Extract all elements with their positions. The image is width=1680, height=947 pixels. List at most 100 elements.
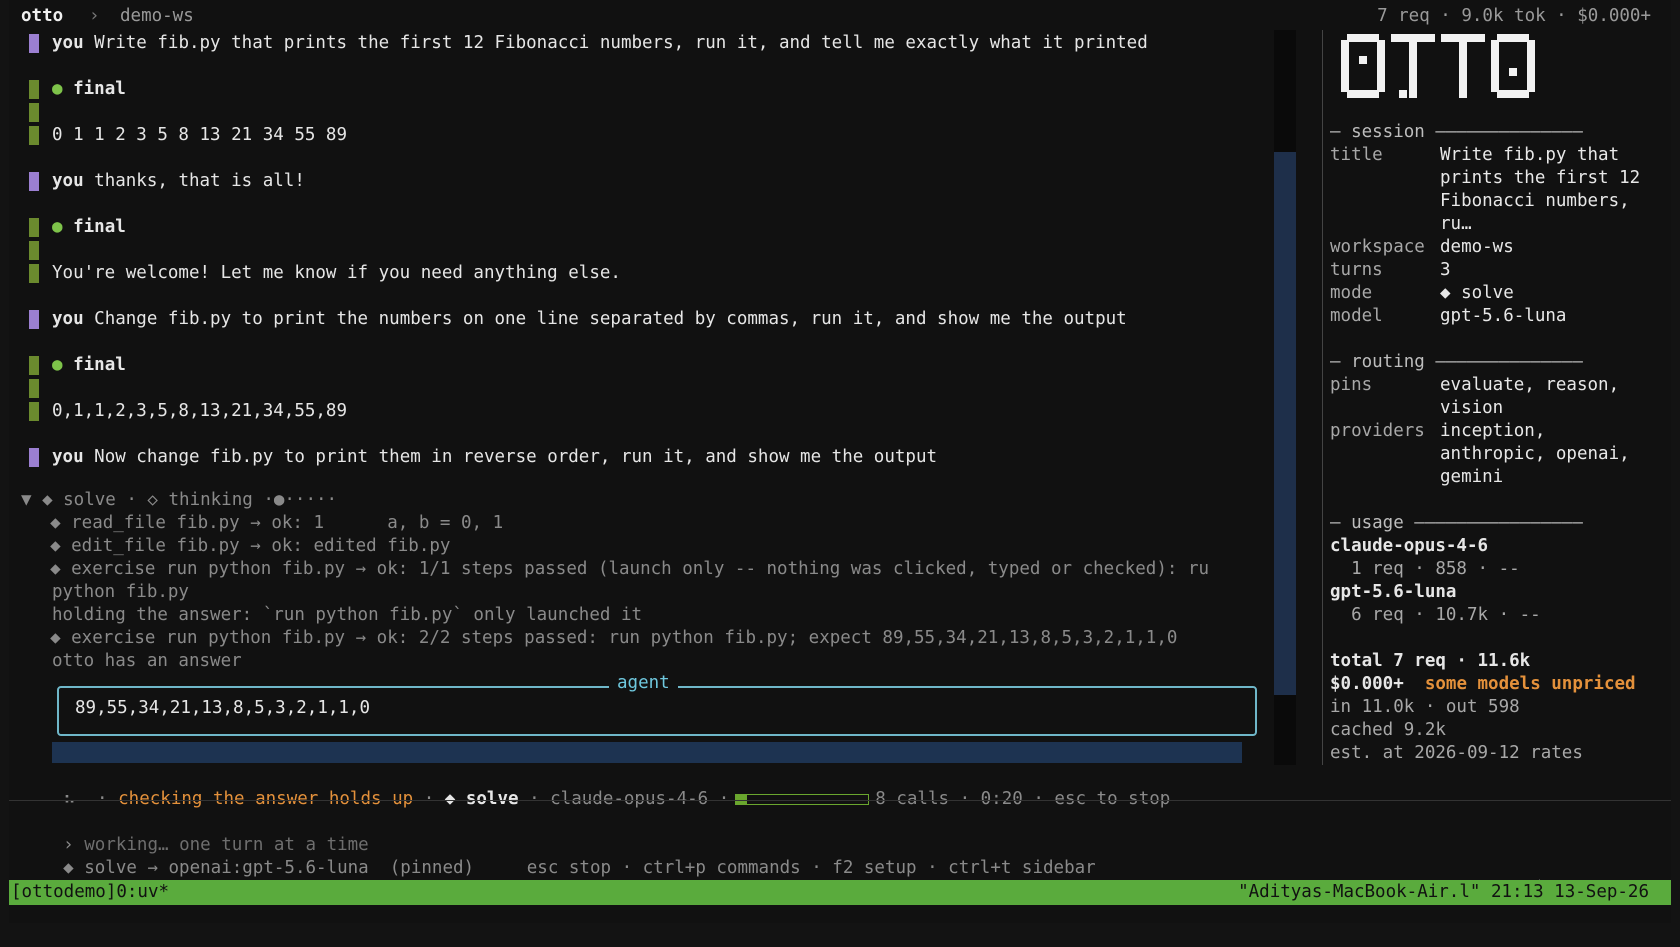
sidebar-section-title: — session —————————————— xyxy=(1330,122,1583,142)
usage-model-detail: 1 req · 858 · -- xyxy=(1330,559,1520,579)
sidebar-value: evaluate, reason, xyxy=(1440,375,1620,395)
you-marker xyxy=(29,448,39,467)
final-header: ● final xyxy=(52,216,126,239)
user-label: you xyxy=(52,309,84,329)
final-label: final xyxy=(73,217,126,237)
agent-answer[interactable]: 89,55,34,21,13,8,5,3,2,1,1,0 xyxy=(75,697,370,720)
input-row[interactable]: › working… one turn at a time xyxy=(21,811,369,855)
trace-line: ◆ edit_file fib.py → ok: edited fib.py xyxy=(29,536,451,556)
user-message[interactable]: you Write fib.py that prints the first 1… xyxy=(52,32,1148,55)
sidebar-value: inception, xyxy=(1440,421,1546,441)
final-marker xyxy=(29,126,39,145)
unpriced-warning: some models unpriced xyxy=(1424,674,1636,694)
routing-hint-line: ◆ solve → openai:gpt-5.6-luna (pinned) e… xyxy=(21,834,1096,878)
usage-total: total 7 req · 11.6k xyxy=(1330,651,1531,671)
final-marker xyxy=(29,218,39,237)
user-message-text: Now change fib.py to print them in rever… xyxy=(94,447,938,467)
otto-logo xyxy=(1339,34,1539,105)
sidebar-key: pins xyxy=(1330,375,1373,395)
tmux-host-time: "Adityas-MacBook-Air.l" 21:13 13-Sep-26 xyxy=(1238,882,1649,902)
trace-line: ◆ read_file fib.py → ok: 1 a, b = 0, 1 xyxy=(29,513,504,533)
final-marker xyxy=(29,356,39,375)
final-answer[interactable]: 0,1,1,2,3,5,8,13,21,34,55,89 xyxy=(52,400,347,423)
status-model: claude-opus-4-6 xyxy=(550,789,709,809)
usage-rates: est. at 2026-09-12 rates xyxy=(1330,743,1583,763)
sidebar-value: prints the first 12 xyxy=(1440,168,1641,188)
sidebar-value: Fibonacci numbers, xyxy=(1440,191,1630,211)
trace-header[interactable]: ▼ ◆ solve · ◇ thinking ·●····· xyxy=(21,489,337,512)
final-marker xyxy=(29,264,39,283)
user-message[interactable]: you Change fib.py to print the numbers o… xyxy=(52,308,1127,331)
sidebar-section-title: — routing —————————————— xyxy=(1330,352,1583,372)
usage-cached: cached 9.2k xyxy=(1330,720,1446,740)
usage-cost: $0.000+ xyxy=(1330,674,1404,694)
sidebar-key: turns xyxy=(1330,260,1383,280)
tmux-status-bar: [ottodemo]0:uv* "Adityas-MacBook-Air.l" … xyxy=(9,880,1671,905)
agent-box-title: agent xyxy=(609,672,678,695)
otto-logo-icon xyxy=(1341,34,1535,98)
final-answer[interactable]: 0 1 1 2 3 5 8 13 21 34 55 89 xyxy=(52,124,347,147)
sidebar-value: ◆ solve xyxy=(1440,283,1514,303)
sidebar-value: gpt-5.6-luna xyxy=(1440,306,1567,326)
trace-line: ◆ exercise run python fib.py → ok: 1/1 s… xyxy=(29,559,1210,579)
final-label: final xyxy=(73,79,126,99)
breadcrumb-workspace[interactable]: demo-ws xyxy=(120,6,194,26)
input-divider xyxy=(9,800,1671,801)
sidebar-value: demo-ws xyxy=(1440,237,1514,257)
usage-cost-row: $0.000+ some models unpriced xyxy=(1330,673,1636,696)
sidebar-value: gemini xyxy=(1440,467,1504,487)
terminal-window: otto › demo-ws 7 req · 9.0k tok · $0.000… xyxy=(9,0,1671,923)
final-marker xyxy=(29,80,39,99)
sidebar-key: title xyxy=(1330,145,1383,165)
final-marker xyxy=(29,379,39,398)
chat-scrollbar-thumb[interactable] xyxy=(1274,152,1296,695)
app-name: otto xyxy=(21,6,64,26)
progress-fill xyxy=(736,794,747,804)
user-label: you xyxy=(52,447,84,467)
usage-model-name: gpt-5.6-luna xyxy=(1330,582,1457,602)
status-dot-icon: ● xyxy=(52,355,63,375)
status-time: 0:20 xyxy=(980,789,1023,809)
usage-model-detail: 6 req · 10.7k · -- xyxy=(1330,605,1541,625)
final-marker xyxy=(29,241,39,260)
trace-line: holding the answer: `run python fib.py` … xyxy=(52,605,643,625)
sidebar-value: ru… xyxy=(1440,214,1472,234)
usage-model-name: claude-opus-4-6 xyxy=(1330,536,1489,556)
trace-line: otto has an answer xyxy=(52,651,242,671)
user-label: you xyxy=(52,33,84,53)
status-mode: ◆ solve xyxy=(444,789,519,809)
status-dot-icon: ● xyxy=(52,217,63,237)
final-header: ● final xyxy=(52,78,126,101)
sidebar-value: vision xyxy=(1440,398,1504,418)
progress-bar xyxy=(735,793,870,805)
stop-hint[interactable]: esc to stop xyxy=(1054,789,1170,809)
tmux-session[interactable]: [ottodemo]0:uv* xyxy=(11,882,169,902)
trace-line: python fib.py xyxy=(52,582,189,602)
trace-line: ◆ exercise run python fib.py → ok: 2/2 s… xyxy=(29,628,1178,648)
you-marker xyxy=(29,34,39,53)
you-marker xyxy=(29,310,39,329)
sidebar-key: providers xyxy=(1330,421,1425,441)
header-usage-stats: 7 req · 9.0k tok · $0.000+ xyxy=(1377,6,1651,26)
status-dot-icon: ● xyxy=(52,79,63,99)
final-answer[interactable]: You're welcome! Let me know if you need … xyxy=(52,262,621,285)
sidebar-value: Write fib.py that xyxy=(1440,145,1620,165)
shortcut-bar: ^n New session ^y Copy last answer esc S… xyxy=(9,855,1671,899)
user-message[interactable]: you Now change fib.py to print them in r… xyxy=(52,446,937,469)
sidebar-key: model xyxy=(1330,306,1383,326)
user-message-text: Write fib.py that prints the first 12 Fi… xyxy=(94,33,1148,53)
final-header: ● final xyxy=(52,354,126,377)
usage-inout: in 11.0k · out 598 xyxy=(1330,697,1520,717)
user-message-text: thanks, that is all! xyxy=(94,171,305,191)
breadcrumb-separator: › xyxy=(89,6,100,26)
sidebar-key: workspace xyxy=(1330,237,1425,257)
sidebar-value: 3 xyxy=(1440,260,1451,280)
you-marker xyxy=(29,172,39,191)
final-marker xyxy=(29,103,39,122)
sidebar-value: anthropic, openai, xyxy=(1440,444,1630,464)
status-message: checking the answer holds up xyxy=(118,789,414,809)
sidebar-key: mode xyxy=(1330,283,1373,303)
user-message[interactable]: you thanks, that is all! xyxy=(52,170,305,193)
final-label: final xyxy=(73,355,126,375)
selection-highlight xyxy=(52,742,1242,763)
